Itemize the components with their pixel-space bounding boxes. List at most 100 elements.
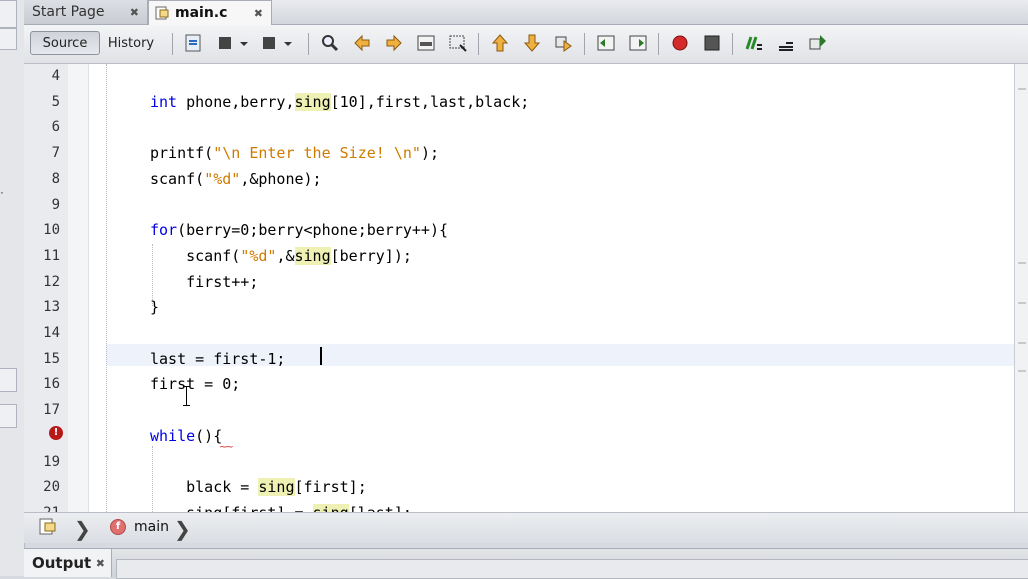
forward-icon[interactable] xyxy=(260,33,280,53)
line-number: 20 xyxy=(43,479,60,496)
code-line[interactable]: black = sing[first]; xyxy=(150,478,367,497)
shift-left-icon[interactable] xyxy=(596,33,616,53)
next-bookmark-icon[interactable] xyxy=(522,33,542,53)
close-icon[interactable]: ✖ xyxy=(254,7,263,20)
side-panel-restore-button[interactable] xyxy=(0,0,17,28)
toolbar-separator xyxy=(584,33,585,55)
code-line[interactable]: scanf("%d",&phone); xyxy=(150,170,322,188)
close-icon[interactable]: ✖ xyxy=(96,557,105,570)
code-token: ); xyxy=(420,144,439,163)
toggle-bookmark-icon[interactable] xyxy=(554,33,574,53)
tab-label: Start Page xyxy=(32,4,105,20)
line-number: 6 xyxy=(51,119,60,136)
error-badge-icon[interactable]: ! xyxy=(49,426,63,440)
stop-macro-recording-icon[interactable] xyxy=(702,33,722,53)
fold-column xyxy=(68,64,89,512)
close-icon[interactable]: ✖ xyxy=(130,6,139,19)
code-token: scanf( xyxy=(150,246,241,265)
highlighted-identifier: sing xyxy=(294,246,331,265)
side-panel-tab[interactable] xyxy=(0,28,17,50)
stripe-mark[interactable] xyxy=(1018,88,1026,90)
code-token: [berry]); xyxy=(330,246,412,265)
line-number: 5 xyxy=(51,93,60,110)
error-stripe[interactable] xyxy=(1014,64,1028,512)
string-token: "\n Enter the Size! \n" xyxy=(213,144,421,163)
toolbar-separator xyxy=(658,33,659,55)
comment-icon[interactable] xyxy=(744,33,764,53)
find-next-icon[interactable] xyxy=(384,33,404,53)
code-token: ,&phone); xyxy=(240,169,322,188)
code-line[interactable]: first = 0; xyxy=(150,375,240,393)
stripe-mark[interactable] xyxy=(1018,262,1026,264)
chevron-right-icon: ❯ xyxy=(174,517,191,541)
output-content-area xyxy=(116,559,1028,579)
keyword-token: for xyxy=(150,221,178,240)
breadcrumb-function[interactable]: main xyxy=(134,519,169,535)
line-number: 12 xyxy=(43,273,60,290)
find-previous-icon[interactable] xyxy=(352,33,372,53)
code-token: [first]; xyxy=(294,478,367,497)
find-icon[interactable] xyxy=(320,33,340,53)
chevron-down-icon[interactable] xyxy=(238,33,250,53)
run-icon[interactable] xyxy=(808,33,828,53)
last-edit-icon[interactable] xyxy=(184,33,204,53)
shift-right-icon[interactable] xyxy=(628,33,648,53)
tab-output[interactable]: Output ✖ xyxy=(24,549,112,577)
code-line[interactable]: while(){ xyxy=(150,427,222,445)
tab-main-c[interactable]: main.c ✖ xyxy=(148,0,272,25)
tab-start-page[interactable]: Start Page ✖ xyxy=(24,0,148,24)
uncomment-icon[interactable] xyxy=(776,33,796,53)
line-number: 13 xyxy=(43,299,60,316)
line-number: 19 xyxy=(43,453,60,470)
code-line[interactable]: sing[first] = sing[last]; xyxy=(150,503,412,512)
stripe-mark[interactable] xyxy=(1018,370,1026,372)
toggle-rectangular-selection-icon[interactable] xyxy=(448,33,468,53)
line-number: 15 xyxy=(43,350,60,367)
code-token: last = first-1; xyxy=(150,349,286,368)
line-number: 11 xyxy=(43,247,60,264)
code-line[interactable]: scanf("%d",&sing[berry]); xyxy=(150,246,412,265)
output-panel-bar: Output ✖ xyxy=(24,548,1028,579)
chevron-down-icon[interactable] xyxy=(282,33,294,53)
text-caret xyxy=(320,347,322,365)
code-line[interactable]: for(berry=0;berry<phone;berry++){ xyxy=(150,221,448,239)
toolbar-separator xyxy=(172,33,173,55)
line-number: 16 xyxy=(43,376,60,393)
code-token: [last]; xyxy=(349,504,412,512)
stripe-mark[interactable] xyxy=(1018,302,1026,304)
side-panel-tab-lower[interactable] xyxy=(0,368,17,392)
code-line[interactable]: printf("\n Enter the Size! \n"); xyxy=(150,144,439,162)
toolbar-separator xyxy=(478,33,479,55)
toggle-highlight-icon[interactable] xyxy=(416,33,436,53)
source-view-button[interactable]: Source xyxy=(30,31,100,55)
code-token: [10],first,last,black; xyxy=(330,92,530,111)
previous-bookmark-icon[interactable] xyxy=(490,33,510,53)
function-icon: f xyxy=(110,519,126,535)
keyword-token: while xyxy=(150,426,196,445)
editor-tab-bar: Start Page ✖ main.c ✖ xyxy=(24,0,1028,25)
back-icon[interactable] xyxy=(216,33,236,53)
code-editor[interactable]: 4 5 int phone,berry,sing[10],first,last,bl… xyxy=(24,64,1014,512)
code-line[interactable]: } xyxy=(150,298,159,316)
line-number: 10 xyxy=(43,222,60,239)
side-panel-tab-navigator[interactable] xyxy=(0,404,17,428)
history-view-button[interactable]: History xyxy=(100,31,162,55)
stripe-mark[interactable] xyxy=(1018,342,1026,344)
line-number: 8 xyxy=(51,170,60,187)
start-macro-recording-icon[interactable] xyxy=(670,33,690,53)
error-squiggle: ~~ xyxy=(219,442,234,453)
line-number: 4 xyxy=(51,68,60,84)
line-number: 7 xyxy=(51,145,60,162)
line-number: 14 xyxy=(43,325,60,341)
side-panel-indicator: · xyxy=(0,186,4,200)
toolbar-separator xyxy=(308,33,309,55)
highlighted-identifier: sing xyxy=(294,92,331,111)
c-file-icon[interactable] xyxy=(38,517,58,537)
tab-label: main.c xyxy=(175,5,228,21)
toolbar-separator xyxy=(732,33,733,55)
line-number: 21 xyxy=(24,505,60,512)
code-line[interactable]: first++; xyxy=(150,273,258,291)
code-token: scanf( xyxy=(150,169,205,188)
code-line[interactable]: int phone,berry,sing[10],first,last,blac… xyxy=(150,92,530,111)
code-line[interactable]: last = first-1; xyxy=(150,350,285,368)
